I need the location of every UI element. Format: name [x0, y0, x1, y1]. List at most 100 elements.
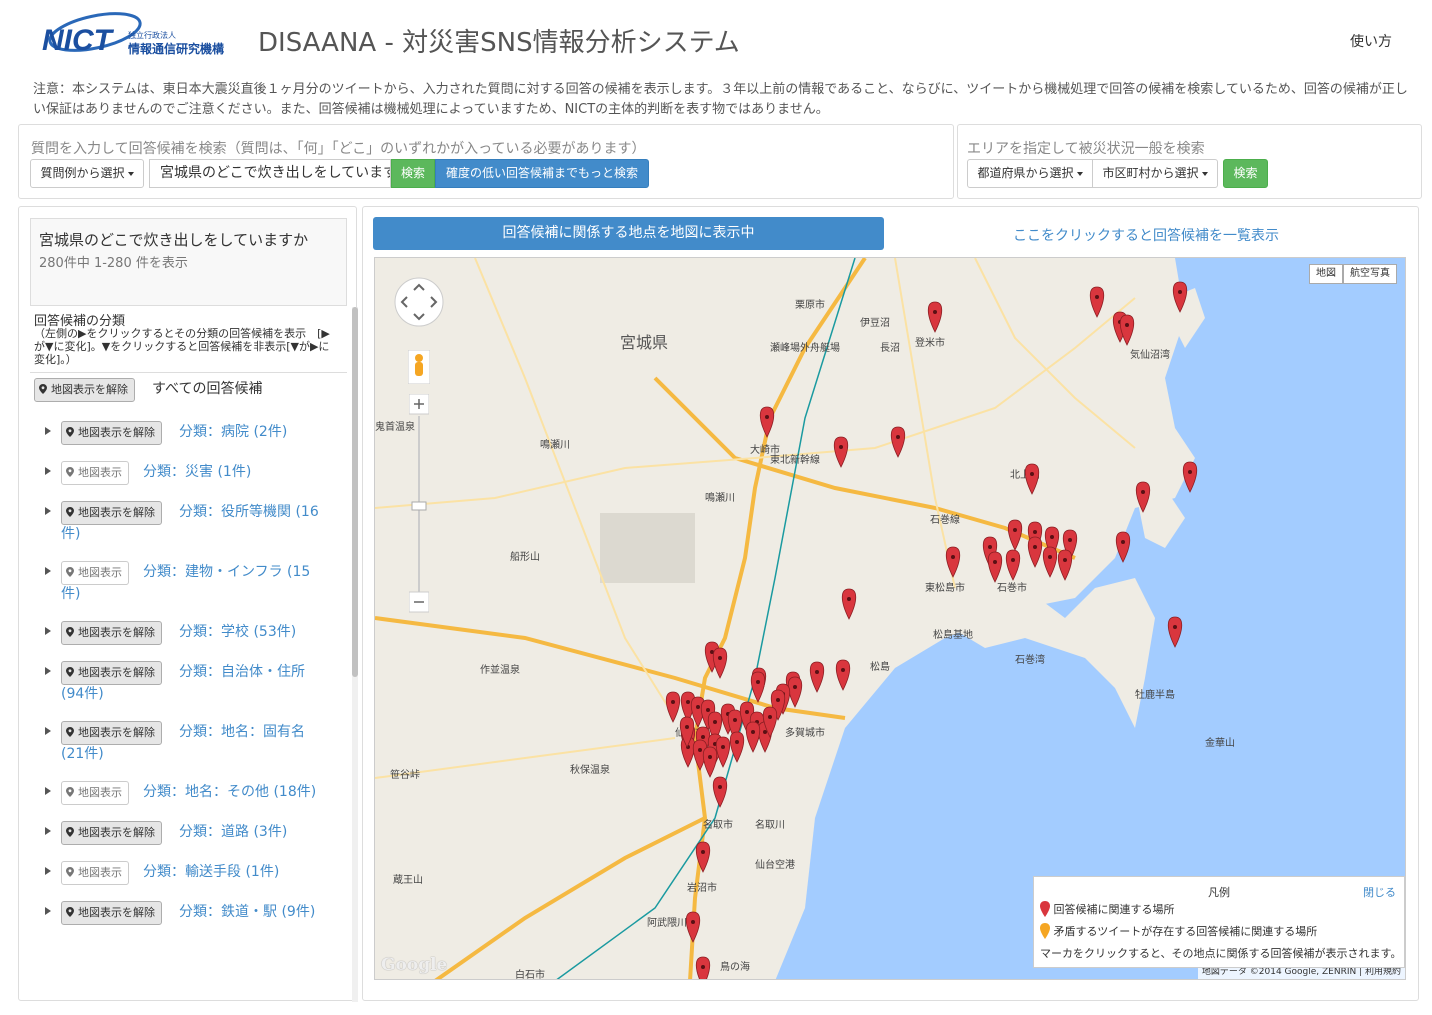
- category-label-link-cont[interactable]: (21件): [61, 743, 104, 765]
- app-title: DISAANA - 対災害SNS情報分析システム: [258, 28, 740, 58]
- more-search-button[interactable]: 確度の低い回答候補までもっと検索: [435, 159, 649, 188]
- category-label-link[interactable]: 分類：建物・インフラ (15: [143, 561, 310, 583]
- all-map-toggle-button[interactable]: 地図表示を解除: [34, 378, 135, 402]
- category-label-link[interactable]: 分類：地名：固有名: [179, 721, 305, 743]
- category-map-toggle-button[interactable]: 地図表示: [61, 781, 129, 805]
- area-panel-label: エリアを指定して被災状況一般を検索: [967, 141, 1205, 157]
- expand-triangle-icon[interactable]: [45, 787, 51, 795]
- question-input[interactable]: 宮城県のどこで炊き出しをしていますか: [149, 159, 391, 188]
- marker-dot: [698, 748, 702, 752]
- question-search-button[interactable]: 検索: [391, 159, 435, 188]
- marker-dot: [745, 710, 749, 714]
- pan-control[interactable]: [393, 276, 445, 328]
- category-label-link[interactable]: 分類：病院 (2件): [179, 421, 287, 443]
- category-map-toggle-label: 地図表示: [78, 786, 122, 799]
- category-label-link-cont[interactable]: 件): [61, 523, 80, 545]
- expand-triangle-icon[interactable]: [45, 727, 51, 735]
- category-label-link[interactable]: 分類：鉄道・駅 (9件): [179, 901, 315, 923]
- marker-dot: [1013, 528, 1017, 532]
- category-label-link[interactable]: 分類：自治体・住所: [179, 661, 305, 683]
- result-count: 280件中 1-280 件を表示: [39, 256, 188, 271]
- category-map-toggle-button[interactable]: 地図表示: [61, 561, 129, 585]
- marker-dot: [1050, 535, 1054, 539]
- expand-triangle-icon[interactable]: [45, 427, 51, 435]
- example-select-label: 質問例から選択: [40, 166, 125, 180]
- category-map-toggle-button[interactable]: 地図表示を解除: [61, 421, 162, 445]
- example-select-button[interactable]: 質問例から選択: [30, 159, 144, 188]
- marker-dot: [841, 668, 845, 672]
- marker-dot: [696, 705, 700, 709]
- map-panel: 回答候補に関係する地点を地図に表示中 ここをクリックすると回答候補を一覧表示 宮…: [362, 206, 1419, 1001]
- category-label-link[interactable]: 分類：道路 (3件): [179, 821, 287, 843]
- expand-triangle-icon[interactable]: [45, 507, 51, 515]
- category-description: （左側の▶をクリックするとその分類の回答候補を表示 [▶が▼に変化]。▼をクリッ…: [34, 327, 330, 366]
- zoom-slider[interactable]: [409, 394, 429, 614]
- category-label-link[interactable]: 分類：災害 (1件): [143, 461, 251, 483]
- map-canvas[interactable]: 宮城県栗原市伊豆沼登米市長沼瀬峰場外舟艇場気仙沼湾鬼首温泉鳴瀬川 大崎市鳴瀬川北上…: [375, 258, 1406, 980]
- category-map-toggle-button[interactable]: 地図表示: [61, 461, 129, 485]
- category-label-link[interactable]: 分類：学校 (53件): [179, 621, 296, 643]
- marker-dot: [815, 670, 819, 674]
- category-map-toggle-button[interactable]: 地図表示を解除: [61, 721, 162, 745]
- category-label-link-cont[interactable]: 件): [61, 583, 80, 605]
- marker-dot: [1141, 490, 1145, 494]
- category-label-link[interactable]: 分類：役所等機関 (16: [179, 501, 319, 523]
- marker-dot: [1188, 470, 1192, 474]
- marker-dot: [701, 965, 705, 969]
- map-place-label: 瀬峰場外舟艇場: [770, 341, 840, 354]
- category-label-link[interactable]: 分類：地名：その他 (18件): [143, 781, 316, 803]
- map-place-label: 鳴瀬川: [705, 491, 735, 504]
- category-map-toggle-button[interactable]: 地図表示: [61, 861, 129, 885]
- nict-logo[interactable]: NICT 独立行政法人 情報通信研究機構: [40, 8, 240, 64]
- city-select-label: 市区町村から選択: [1102, 166, 1199, 180]
- logo-sub2: 情報通信研究機構: [128, 42, 225, 56]
- orange-marker-icon: [1040, 923, 1050, 939]
- map-marker-icon: [66, 727, 74, 737]
- category-label-link[interactable]: 分類：輸送手段 (1件): [143, 861, 279, 883]
- prefecture-select-button[interactable]: 都道府県から選択: [967, 159, 1093, 188]
- legend-close-link[interactable]: 閉じる: [1363, 884, 1396, 900]
- help-link[interactable]: 使い方: [1350, 31, 1392, 51]
- category-map-toggle-button[interactable]: 地図表示を解除: [61, 661, 162, 685]
- category-map-toggle-button[interactable]: 地図表示を解除: [61, 821, 162, 845]
- expand-triangle-icon[interactable]: [45, 567, 51, 575]
- zoom-thumb[interactable]: [411, 501, 427, 511]
- map-place-label: 名取川: [755, 818, 785, 831]
- street-view-pegman-icon[interactable]: [408, 350, 430, 384]
- category-map-toggle-button[interactable]: 地図表示を解除: [61, 621, 162, 645]
- expand-triangle-icon[interactable]: [45, 907, 51, 915]
- results-scrollbar[interactable]: [352, 307, 358, 1002]
- expand-triangle-icon[interactable]: [45, 467, 51, 475]
- map-type-satellite-button[interactable]: 航空写真: [1343, 264, 1397, 284]
- map-type-map-button[interactable]: 地図: [1309, 264, 1343, 284]
- category-map-toggle-button[interactable]: 地図表示を解除: [61, 901, 162, 925]
- marker-dot: [1030, 472, 1034, 476]
- category-label-link-cont[interactable]: (94件): [61, 683, 104, 705]
- attribution-text: 地図データ ©2014 Google, ZENRIN: [1201, 967, 1357, 977]
- category-map-toggle-button[interactable]: 地図表示を解除: [61, 501, 162, 525]
- map-place-label: 松島基地: [933, 628, 973, 641]
- legend-orange-row: 矛盾するツイートが存在する回答候補に関連する場所: [1040, 923, 1317, 939]
- area-search-button[interactable]: 検索: [1223, 159, 1268, 188]
- all-candidates-label: すべての回答候補: [152, 381, 263, 397]
- expand-triangle-icon[interactable]: [45, 667, 51, 675]
- map-place-label: 松島: [870, 660, 890, 673]
- map-place-label: 白石市: [515, 968, 545, 980]
- terms-link[interactable]: 利用規約: [1365, 967, 1401, 977]
- list-view-link[interactable]: ここをクリックすると回答候補を一覧表示: [1013, 225, 1279, 245]
- map-showing-button[interactable]: 回答候補に関係する地点を地図に表示中: [373, 217, 884, 250]
- map-marker-icon: [66, 827, 74, 837]
- scroll-thumb[interactable]: [352, 307, 358, 677]
- marker-dot: [951, 555, 955, 559]
- map-marker-icon: [66, 507, 74, 517]
- expand-triangle-icon[interactable]: [45, 827, 51, 835]
- expand-triangle-icon[interactable]: [45, 627, 51, 635]
- map-place-label: 登米市: [915, 336, 945, 349]
- map-marker-icon: [66, 907, 74, 917]
- map-place-label: 牡鹿半島: [1135, 688, 1175, 701]
- expand-triangle-icon[interactable]: [45, 867, 51, 875]
- marker-dot: [1173, 625, 1177, 629]
- city-select-button[interactable]: 市区町村から選択: [1092, 159, 1218, 188]
- map-view[interactable]: 宮城県 栗原市 伊豆沼 登米市 長沼 瀬峰場外舟艇場 気仙沼湾 鬼首温泉 鳴瀬川 大崎市 鳴瀬川 北上…: [374, 257, 1406, 980]
- legend-red-label: 回答候補に関連する場所: [1053, 903, 1175, 916]
